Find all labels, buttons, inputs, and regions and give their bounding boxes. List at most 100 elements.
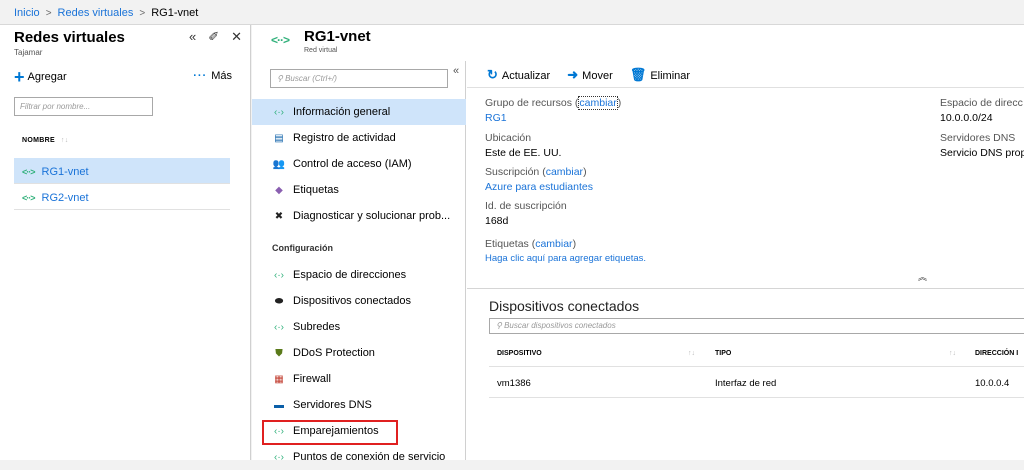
devices-search-input[interactable]: ⚲ Buscar dispositivos conectados [489, 318, 1024, 334]
list-command-bar: + Agregar ··· Más [14, 67, 232, 88]
change-tags-link[interactable]: cambiar [535, 238, 572, 250]
more-label: Más [211, 70, 232, 82]
menu-item-label: Control de acceso (IAM) [293, 158, 412, 170]
menu-item-overview[interactable]: ‹·› Información general [252, 99, 466, 125]
sort-icon: ↑↓ [60, 137, 69, 144]
search-icon: ⚲ [277, 74, 286, 83]
subscription-id-field: Id. de suscripción 168d [485, 200, 567, 227]
breadcrumb-parent[interactable]: Redes virtuales [58, 7, 134, 19]
blade-title: Redes virtuales [14, 29, 125, 46]
address-space-field: Espacio de direcc 10.0.0.0/24 [940, 97, 1023, 124]
menu-item-iam[interactable]: 👥 Control de acceso (IAM) [252, 151, 466, 177]
delete-button[interactable]: 🗑 Eliminar [629, 67, 690, 82]
firewall-icon: ▦ [274, 374, 284, 385]
column-header-address[interactable]: DIRECCIÓN I [975, 350, 1018, 357]
list-item[interactable]: <··> RG2-vnet [14, 184, 230, 210]
dns-label: Servidores DNS [940, 132, 1016, 144]
breadcrumb-home[interactable]: Inicio [14, 7, 40, 19]
refresh-button[interactable]: ↻ Actualizar [487, 67, 550, 82]
overview-content: ↻ Actualizar ➜ Mover 🗑 Eliminar Grupo de re… [467, 61, 1024, 460]
column-header-name[interactable]: NOMBRE ↑↓ [22, 137, 69, 144]
location-field: Ubicación Este de EE. UU. [485, 132, 561, 159]
menu-item-label: Registro de actividad [293, 132, 396, 144]
location-value: Este de EE. UU. [485, 147, 562, 159]
column-header-label: NOMBRE [22, 137, 55, 144]
trash-icon: 🗑 [629, 67, 647, 82]
collapse-icon[interactable]: « [189, 29, 196, 44]
devices-title: Dispositivos conectados [489, 298, 640, 314]
close-icon[interactable]: ✕ [231, 29, 242, 44]
location-label: Ubicación [485, 132, 532, 144]
list-item-name[interactable]: RG1-vnet [42, 166, 89, 178]
collapse-menu-icon[interactable]: « [453, 65, 459, 77]
menu-item-subnets[interactable]: ‹·› Subredes [252, 314, 466, 340]
column-header-type[interactable]: TIPO [715, 350, 731, 357]
subscription-id-label: Id. de suscripción [485, 200, 567, 212]
dns-icon: ▬ [274, 400, 284, 411]
resource-group-label: Grupo de recursos [485, 97, 572, 109]
menu-item-service-endpoints[interactable]: ‹·› Puntos de conexión de servicio [252, 444, 466, 470]
resource-group-link[interactable]: RG1 [485, 112, 507, 124]
menu-item-label: Firewall [293, 373, 331, 385]
connected-devices-section: Dispositivos conectados ⚲ Buscar disposi… [467, 288, 1024, 460]
menu-item-connected-devices[interactable]: ⬬ Dispositivos conectados [252, 288, 466, 314]
menu-item-firewall[interactable]: ▦ Firewall [252, 366, 466, 392]
sort-icon[interactable]: ↑↓ [688, 350, 695, 357]
resource-group-field: Grupo de recursos (cambiar) RG1 [485, 96, 622, 124]
more-button[interactable]: ··· Más [193, 70, 232, 82]
breadcrumb-separator: > [139, 8, 146, 19]
resource-name: RG1-vnet [304, 28, 371, 45]
list-item-name[interactable]: RG2-vnet [42, 192, 89, 204]
add-tags-link[interactable]: Haga clic aquí para agregar etiquetas. [485, 253, 646, 264]
dns-value: Servicio DNS prop [940, 147, 1024, 159]
change-resource-group-link[interactable]: cambiar [578, 96, 618, 110]
pin-icon[interactable]: ✐ [208, 29, 219, 44]
table-row[interactable]: vm1386 Interfaz de red 10.0.0.4 [489, 368, 1024, 398]
menu-item-activity-log[interactable]: ▤ Registro de actividad [252, 125, 466, 151]
devices-search-placeholder: Buscar dispositivos conectados [504, 321, 616, 330]
divider [467, 87, 1024, 88]
menu-item-label: Etiquetas [293, 184, 339, 196]
tags-label: Etiquetas [485, 238, 529, 250]
network-icon: ‹·› [274, 270, 284, 281]
resource-command-bar: ↻ Actualizar ➜ Mover 🗑 Eliminar [487, 67, 704, 83]
menu-item-address-space[interactable]: ‹·› Espacio de direcciones [252, 262, 466, 288]
change-subscription-link[interactable]: cambiar [546, 166, 583, 178]
menu-search-input[interactable]: ⚲ Buscar (Ctrl+/) [270, 69, 448, 88]
device-icon: ⬬ [274, 296, 284, 307]
menu-item-dns-servers[interactable]: ▬ Servidores DNS [252, 392, 466, 418]
menu-item-label: Dispositivos conectados [293, 295, 412, 307]
menu-item-label: Servidores DNS [293, 399, 372, 411]
address-space-label: Espacio de direcc [940, 97, 1023, 109]
resource-title: RG1-vnet [271, 28, 371, 45]
endpoint-icon: ‹·› [274, 452, 284, 463]
move-button[interactable]: ➜ Mover [567, 67, 612, 82]
list-item[interactable]: <··> RG1-vnet [14, 158, 230, 184]
blade-header-icons: « ✐ ✕ [177, 29, 242, 45]
menu-item-diagnose[interactable]: ✖ Diagnosticar y solucionar prob... [252, 203, 466, 229]
menu-item-tags[interactable]: ◆ Etiquetas [252, 177, 466, 203]
plus-icon: + [14, 67, 25, 87]
menu-item-label: Espacio de direcciones [293, 269, 407, 281]
breadcrumb: Inicio > Redes virtuales > RG1-vnet [0, 0, 1024, 25]
column-header-device[interactable]: DISPOSITIVO [497, 350, 542, 357]
vnet-list-blade: Redes virtuales Tajamar « ✐ ✕ + Agregar ···… [0, 25, 251, 460]
resource-menu: ⚲ Buscar (Ctrl+/) « ‹·› Información gener… [252, 61, 466, 463]
menu-item-ddos[interactable]: ⛊ DDoS Protection [252, 340, 466, 366]
log-icon: ▤ [274, 133, 284, 144]
highlight-box [262, 420, 398, 445]
menu-search-placeholder: Buscar (Ctrl+/) [285, 74, 337, 83]
device-type: Interfaz de red [715, 378, 777, 389]
filter-input[interactable]: Filtrar por nombre... [14, 97, 153, 116]
subscription-link[interactable]: Azure para estudiantes [485, 181, 593, 193]
dns-field: Servidores DNS Servicio DNS prop [940, 132, 1024, 159]
device-name[interactable]: vm1386 [497, 378, 531, 389]
network-icon: ‹·› [274, 322, 284, 333]
add-button[interactable]: + Agregar [14, 67, 67, 87]
add-label: Agregar [27, 71, 67, 83]
ellipsis-icon: ··· [193, 70, 208, 82]
sort-icon[interactable]: ↑↓ [949, 350, 956, 357]
shield-icon: ⛊ [275, 348, 283, 359]
devices-table-header: DISPOSITIVO ↑↓ TIPO ↑↓ DIRECCIÓN I [489, 341, 1024, 367]
collapse-essentials-icon[interactable]: ︽ [918, 270, 927, 283]
